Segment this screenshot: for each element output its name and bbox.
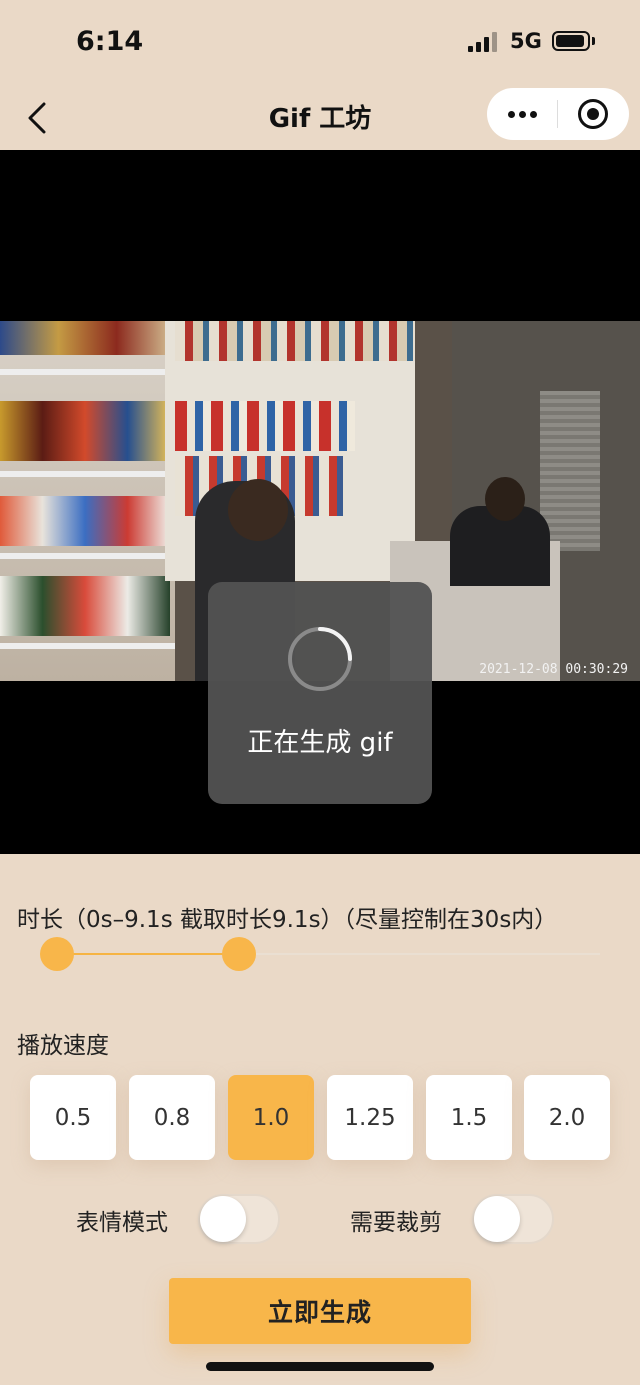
slider-end-thumb[interactable] xyxy=(222,937,256,971)
toggle-knob xyxy=(200,1196,246,1242)
more-dot xyxy=(530,111,537,118)
generate-button[interactable]: 立即生成 xyxy=(169,1278,471,1344)
more-button[interactable] xyxy=(487,88,557,140)
status-time: 6:14 xyxy=(76,26,144,57)
nav-bar: Gif 工坊 xyxy=(0,86,640,150)
loading-text: 正在生成 gif xyxy=(247,728,393,758)
target-dot xyxy=(587,108,599,120)
signal-icon xyxy=(468,32,500,52)
speed-option[interactable]: 0.8 xyxy=(129,1075,215,1160)
duration-slider[interactable] xyxy=(40,937,600,971)
scene-person-head xyxy=(485,477,525,521)
crop-toggle[interactable] xyxy=(472,1194,554,1244)
scene-person-head xyxy=(228,479,288,541)
mini-program-capsule xyxy=(487,88,629,140)
emoji-mode-toggle[interactable] xyxy=(198,1194,280,1244)
speed-option[interactable]: 1.5 xyxy=(426,1075,512,1160)
speed-options: 0.5 0.8 1.0 1.25 1.5 2.0 xyxy=(30,1075,610,1160)
home-indicator xyxy=(206,1362,434,1371)
more-dot xyxy=(519,111,526,118)
battery-cap xyxy=(592,37,595,45)
speed-option[interactable]: 1.0 xyxy=(228,1075,314,1160)
loading-toast: 正在生成 gif xyxy=(208,582,432,804)
speed-option[interactable]: 0.5 xyxy=(30,1075,116,1160)
emoji-mode-label: 表情模式 xyxy=(76,1210,168,1236)
scene-shutter xyxy=(540,391,600,551)
status-bar: 6:14 5G xyxy=(0,0,640,86)
battery-icon xyxy=(552,31,590,51)
slider-start-thumb[interactable] xyxy=(40,937,74,971)
close-program-button[interactable] xyxy=(558,88,629,140)
speed-option[interactable]: 2.0 xyxy=(524,1075,610,1160)
more-dots-icon xyxy=(508,111,515,118)
crop-label: 需要裁剪 xyxy=(350,1210,442,1236)
speed-option[interactable]: 1.25 xyxy=(327,1075,413,1160)
loading-spinner-icon xyxy=(288,627,352,691)
slider-selected-range xyxy=(57,953,239,955)
video-timestamp: 2021-12-08 00:30:29 xyxy=(479,662,628,677)
toggle-knob xyxy=(474,1196,520,1242)
speed-label: 播放速度 xyxy=(17,1033,109,1059)
network-label: 5G xyxy=(510,29,542,53)
scene-shelf-left xyxy=(0,321,175,681)
